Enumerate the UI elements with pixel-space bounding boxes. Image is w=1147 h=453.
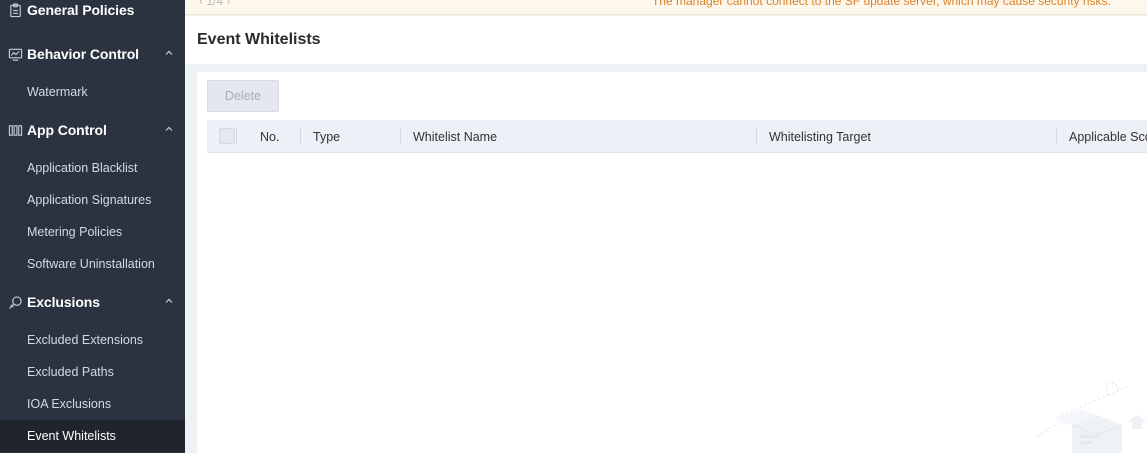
- column-divider: [236, 128, 237, 145]
- chevron-left-icon[interactable]: ‹: [199, 0, 203, 8]
- column-divider[interactable]: [756, 128, 757, 145]
- column-header-type[interactable]: Type: [313, 120, 340, 153]
- exclusion-icon: [0, 284, 27, 320]
- sidebar-item-software-uninstallation[interactable]: Software Uninstallation: [0, 248, 185, 280]
- delete-button[interactable]: Delete: [207, 80, 279, 112]
- sidebar-item-application-signatures[interactable]: Application Signatures: [0, 184, 185, 216]
- pager-count: 1/4: [206, 0, 224, 8]
- chevron-up-icon[interactable]: [164, 124, 174, 134]
- sidebar-group-exclusions[interactable]: Exclusions: [0, 284, 185, 320]
- sidebar: General Policies Behavior Control Waterm…: [0, 0, 185, 453]
- notification-pager[interactable]: ‹ 1/4 ›: [199, 0, 230, 8]
- sidebar-group-app-control[interactable]: App Control: [0, 112, 185, 148]
- column-header-no[interactable]: No.: [260, 120, 279, 153]
- monitor-chart-icon: [0, 36, 27, 72]
- alert-message: The manager cannot connect to the SF upd…: [652, 0, 1111, 8]
- sidebar-group-label: App Control: [27, 122, 107, 138]
- column-divider[interactable]: [1056, 128, 1057, 145]
- empty-state-illustration: [1036, 382, 1147, 453]
- sidebar-group-label: Exclusions: [27, 294, 100, 310]
- sidebar-group-behavior-control[interactable]: Behavior Control: [0, 36, 185, 72]
- sidebar-item-watermark[interactable]: Watermark: [0, 76, 185, 108]
- sidebar-item-metering-policies[interactable]: Metering Policies: [0, 216, 185, 248]
- content-panel: Delete No. Type Whitelist Name Whitelist…: [197, 72, 1147, 453]
- sidebar-group-label: General Policies: [27, 2, 135, 18]
- select-all-checkbox[interactable]: [219, 128, 235, 144]
- notification-bar: ‹ 1/4 › The manager cannot connect to th…: [185, 0, 1147, 15]
- table-header: No. Type Whitelist Name Whitelisting Tar…: [207, 120, 1147, 153]
- sidebar-item-application-blacklist[interactable]: Application Blacklist: [0, 152, 185, 184]
- chevron-up-icon[interactable]: [164, 48, 174, 58]
- column-header-applicable-scope[interactable]: Applicable Scope: [1069, 120, 1147, 153]
- sidebar-item-excluded-paths[interactable]: Excluded Paths: [0, 356, 185, 388]
- page-title: Event Whitelists: [197, 31, 321, 48]
- page-header: Event Whitelists: [185, 16, 1147, 64]
- sidebar-group-label: Behavior Control: [27, 46, 139, 62]
- sidebar-group-general-policies[interactable]: General Policies: [0, 0, 185, 28]
- sidebar-item-ioa-exclusions[interactable]: IOA Exclusions: [0, 388, 185, 420]
- chevron-right-icon[interactable]: ›: [226, 0, 230, 8]
- column-header-whitelisting-target[interactable]: Whitelisting Target: [769, 120, 871, 153]
- column-divider[interactable]: [300, 128, 301, 145]
- clipboard-icon: [0, 0, 27, 28]
- columns-icon: [0, 112, 27, 148]
- column-divider[interactable]: [400, 128, 401, 145]
- sidebar-item-excluded-extensions[interactable]: Excluded Extensions: [0, 324, 185, 356]
- chevron-up-icon[interactable]: [164, 296, 174, 306]
- sidebar-item-event-whitelists[interactable]: Event Whitelists: [0, 420, 185, 452]
- column-header-whitelist-name[interactable]: Whitelist Name: [413, 120, 497, 153]
